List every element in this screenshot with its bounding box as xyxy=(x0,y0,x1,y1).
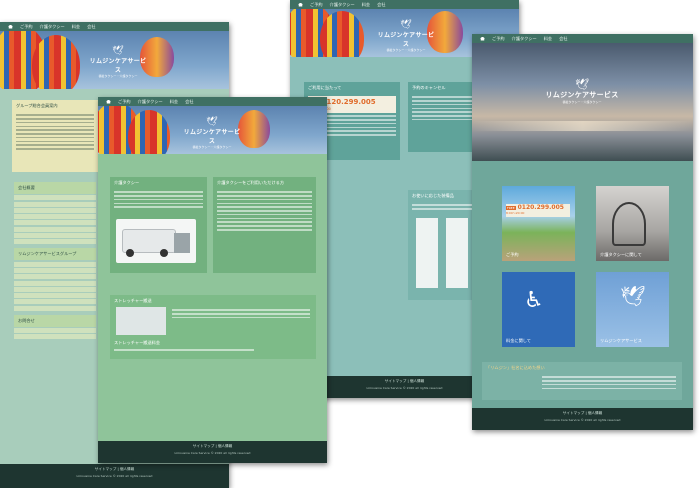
balloon-image xyxy=(128,110,170,154)
copyright: Limousine Care Service © 2020 all rights… xyxy=(76,474,153,478)
page-screenshot-4: ご予約 介護タクシー 料金 会社 🕊 リムジンケアサービス 福祉タクシー・介護タ… xyxy=(472,34,693,430)
stretcher-image xyxy=(116,307,166,335)
balloon-image xyxy=(32,35,80,89)
group-info-panel: グループ総合会員案内 xyxy=(12,100,98,172)
site-logo[interactable]: 🕊 リムジンケアサービス 福祉タクシー・介護タクシー xyxy=(542,79,622,104)
seagull-icon: 🕊 xyxy=(620,284,646,308)
sidebar-item[interactable] xyxy=(14,274,96,280)
nav-item[interactable]: ご予約 xyxy=(310,2,323,8)
section-title: ストレッチャー搬送 xyxy=(114,298,152,303)
nav-item[interactable]: 料金 xyxy=(544,36,552,42)
balloon-image xyxy=(320,11,364,57)
sidebar-item[interactable] xyxy=(14,328,96,334)
page-footer: サイトマップ | 個人情報 Limousine Care Service © 2… xyxy=(472,408,693,430)
tile-label: 料金に関して xyxy=(506,338,531,343)
page-footer: サイトマップ | 個人情報 Limousine Care Service © 2… xyxy=(98,441,327,463)
page-footer: サイトマップ | 個人情報 Limousine Care Service © 2… xyxy=(0,464,229,488)
home-icon[interactable] xyxy=(8,24,13,29)
about-company-panel: 「リムジン」社名に込めた想い xyxy=(482,362,682,400)
nav-item[interactable]: 会社 xyxy=(377,2,385,8)
bird-logo-icon: 🕊 xyxy=(206,117,218,127)
section-title: 介護タクシー xyxy=(114,180,140,185)
van-image xyxy=(116,219,196,263)
sidebar-title: お問合せ xyxy=(14,314,96,327)
tile-care-taxi[interactable]: 介護タクシーに関して xyxy=(596,186,669,261)
footer-nav[interactable]: サイトマップ | 個人情報 xyxy=(98,441,327,449)
section-title: ご利用に当たって xyxy=(308,85,342,90)
sidebar: 会社概要 リムジンケアサービスグループ お問合せ xyxy=(14,182,96,341)
home-icon[interactable] xyxy=(480,36,485,41)
sidebar-item[interactable] xyxy=(14,280,96,286)
site-logo[interactable]: 🕊 リムジンケアサービス 福祉タクシー・介護タクシー xyxy=(376,20,436,53)
phone-icon: FREE xyxy=(506,205,516,210)
nav-item[interactable]: ご予約 xyxy=(20,24,33,30)
sidebar-item[interactable] xyxy=(14,261,96,267)
nav-item[interactable]: ご予約 xyxy=(492,36,505,42)
sidebar-item[interactable] xyxy=(14,293,96,299)
sidebar-item[interactable] xyxy=(14,207,96,213)
section-title: 「リムジン」社名に込めた想い xyxy=(486,365,545,370)
top-nav: ご予約 介護タクシー 料金 会社 xyxy=(98,97,327,106)
hero-banner: 🕊 リムジンケアサービス 福祉タクシー・介護タクシー xyxy=(98,106,327,154)
tile-pricing[interactable]: ♿ 料金に関して xyxy=(502,272,575,347)
sidebar-title: リムジンケアサービスグループ xyxy=(14,248,96,261)
copyright: Limousine Care Service © 2020 all rights… xyxy=(544,418,621,422)
accessibility-icon: ♿ xyxy=(524,288,544,313)
home-icon[interactable] xyxy=(106,99,111,104)
hero-banner: 🕊 リムジンケアサービス 福祉タクシー・介護タクシー xyxy=(0,31,229,89)
sidebar-item[interactable] xyxy=(14,201,96,207)
nav-item[interactable]: 介護タクシー xyxy=(330,2,355,8)
nav-item[interactable]: 料金 xyxy=(72,24,80,30)
nav-item[interactable]: 介護タクシー xyxy=(138,99,163,105)
nav-item[interactable]: 料金 xyxy=(362,2,370,8)
sidebar-item[interactable] xyxy=(14,267,96,273)
taxi-service-panel: 介護タクシー xyxy=(110,177,207,273)
sidebar-item[interactable] xyxy=(14,299,96,305)
sidebar-item[interactable] xyxy=(14,195,96,201)
sidebar-item[interactable] xyxy=(14,226,96,232)
nav-item[interactable]: 介護タクシー xyxy=(40,24,65,30)
sidebar-item[interactable] xyxy=(14,334,96,340)
nav-item[interactable]: ご予約 xyxy=(118,99,131,105)
footer-nav[interactable]: サイトマップ | 個人情報 xyxy=(472,408,693,416)
copyright: Limousine Care Service © 2020 all rights… xyxy=(174,451,251,455)
equipment-image xyxy=(446,218,468,288)
tile-company[interactable]: 🕊 リムジンケアサービス xyxy=(596,272,669,347)
bird-logo-icon: 🕊 xyxy=(400,20,412,30)
sidebar-item[interactable] xyxy=(14,305,96,311)
section-title: 介護タクシーをご利用いただける方 xyxy=(217,180,285,185)
top-nav: ご予約 介護タクシー 料金 会社 xyxy=(472,34,693,43)
nav-item[interactable]: 会社 xyxy=(185,99,193,105)
home-icon[interactable] xyxy=(298,2,303,7)
tile-label: 介護タクシーに関して xyxy=(600,252,642,257)
section-title: グループ総合会員案内 xyxy=(16,103,58,108)
hero-banner: 🕊 リムジンケアサービス 福祉タクシー・介護タクシー xyxy=(472,43,693,161)
bird-logo-icon: 🕊 xyxy=(575,78,589,91)
balloon-image xyxy=(238,110,270,148)
tile-label: ご予約 xyxy=(506,252,519,257)
bird-logo-icon: 🕊 xyxy=(112,46,124,56)
nav-item[interactable]: 会社 xyxy=(87,24,95,30)
equipment-image xyxy=(416,218,438,288)
eligibility-panel: 介護タクシーをご利用いただける方 xyxy=(213,177,316,273)
tile-label: リムジンケアサービス xyxy=(600,338,642,343)
page-screenshot-2: ご予約 介護タクシー 料金 会社 🕊 リムジンケアサービス 福祉タクシー・介護タ… xyxy=(98,97,327,463)
sidebar-title: 会社概要 xyxy=(14,182,96,194)
site-logo[interactable]: 🕊 リムジンケアサービス 福祉タクシー・介護タクシー xyxy=(88,46,148,79)
nav-item[interactable]: 料金 xyxy=(170,99,178,105)
site-logo[interactable]: 🕊 リムジンケアサービス 福祉タクシー・介護タクシー xyxy=(182,117,242,150)
nav-item[interactable]: 会社 xyxy=(559,36,567,42)
footer-nav[interactable]: サイトマップ | 個人情報 xyxy=(0,464,229,472)
sidebar-item[interactable] xyxy=(14,286,96,292)
sidebar-item[interactable] xyxy=(14,214,96,220)
top-nav: ご予約 介護タクシー 料金 会社 xyxy=(290,0,519,9)
stretcher-panel: ストレッチャー搬送 ストレッチャー搬送料金 xyxy=(110,295,316,359)
tile-reservation[interactable]: FREE 0120.299.005 8:00〜20:00 ご予約 xyxy=(502,186,575,261)
sidebar-item[interactable] xyxy=(14,220,96,226)
nav-item[interactable]: 介護タクシー xyxy=(512,36,537,42)
sidebar-item[interactable] xyxy=(14,239,96,245)
top-nav: ご予約 介護タクシー 料金 会社 xyxy=(0,22,229,31)
sidebar-item[interactable] xyxy=(14,233,96,239)
